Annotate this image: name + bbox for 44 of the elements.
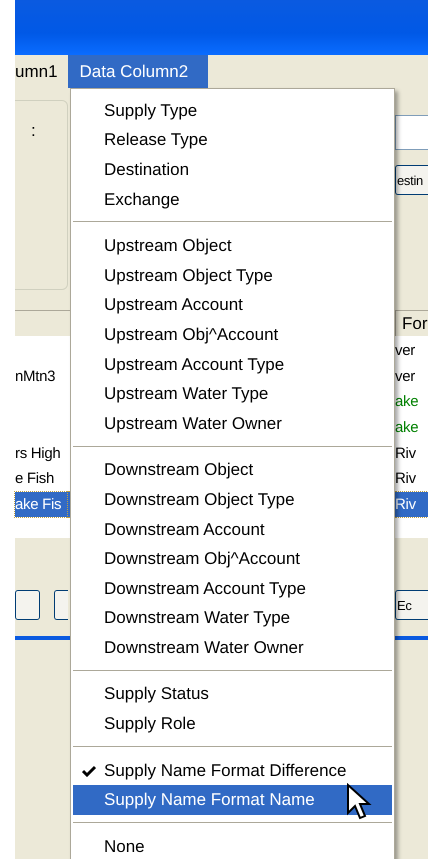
- menu-item[interactable]: Upstream Object: [73, 231, 392, 261]
- menu-item[interactable]: Downstream Account: [73, 514, 392, 544]
- menu-item[interactable]: Release Type: [73, 126, 392, 156]
- menu-item[interactable]: Upstream Account: [73, 290, 392, 320]
- list-cell[interactable]: Riv: [395, 440, 428, 466]
- menu-item[interactable]: Supply Type: [73, 96, 392, 126]
- mouse-pointer-icon: [346, 783, 372, 821]
- list-cell[interactable]: ver: [395, 364, 428, 390]
- menu-item[interactable]: Supply Role: [73, 709, 392, 739]
- list-cell[interactable]: nMtn3: [15, 364, 68, 390]
- list-cell[interactable]: ake: [395, 414, 428, 440]
- menu-item[interactable]: Upstream Water Type: [73, 379, 392, 409]
- list-cell[interactable]: e Fish: [15, 466, 68, 492]
- menu-item[interactable]: None: [73, 832, 392, 859]
- list-cell[interactable]: rs High: [15, 440, 68, 466]
- field-label: :: [31, 121, 36, 141]
- menu-item[interactable]: Upstream Account Type: [73, 350, 392, 380]
- column-header[interactable]: For: [395, 311, 428, 336]
- destination-button[interactable]: estin: [395, 165, 428, 195]
- menu-item[interactable]: Supply Name Format Difference: [73, 756, 392, 786]
- menu-item[interactable]: Supply Name Format Name: [73, 785, 392, 816]
- button[interactable]: [54, 590, 68, 620]
- menu-item[interactable]: Upstream Water Owner: [73, 408, 392, 439]
- list-cell[interactable]: Riv: [395, 492, 428, 518]
- menu-item[interactable]: Upstream Object Type: [73, 260, 392, 291]
- menu-bar-item[interactable]: Data Column2: [68, 55, 208, 88]
- list-cell[interactable]: ake Fis: [15, 492, 68, 518]
- menu-item[interactable]: Supply Status: [73, 680, 392, 710]
- list-cell[interactable]: Riv: [395, 466, 428, 492]
- button[interactable]: [15, 590, 40, 620]
- menu-item[interactable]: Downstream Water Owner: [73, 633, 392, 663]
- menu-item[interactable]: Destination: [73, 155, 392, 185]
- menu-bar-item[interactable]: umn1: [15, 55, 68, 88]
- menu-item[interactable]: Downstream Account Type: [73, 574, 392, 604]
- list-cell[interactable]: ake: [395, 389, 428, 415]
- menu-item[interactable]: Exchange: [73, 184, 392, 214]
- menu-item[interactable]: Downstream Obj^Account: [73, 544, 392, 574]
- menu-item[interactable]: Downstream Object: [73, 456, 392, 486]
- menu-item[interactable]: Downstream Object Type: [73, 485, 392, 515]
- menu-item[interactable]: Downstream Water Type: [73, 604, 392, 634]
- edit-button[interactable]: Ec: [395, 590, 428, 620]
- menu-item[interactable]: Upstream Obj^Account: [73, 320, 392, 350]
- list-cell[interactable]: ver: [395, 338, 428, 364]
- input-field[interactable]: [395, 115, 428, 150]
